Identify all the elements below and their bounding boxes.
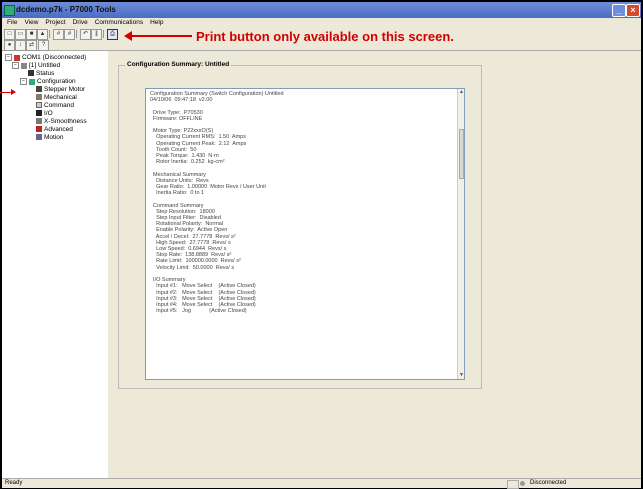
menu-view[interactable]: View <box>24 18 38 28</box>
print-icon[interactable]: ⎙ <box>107 29 118 40</box>
drive-icon <box>21 62 27 69</box>
tree-item-status[interactable]: Status <box>28 70 54 78</box>
open-icon[interactable]: ▭ <box>15 29 26 40</box>
help-icon[interactable]: ? <box>38 40 49 51</box>
connection-status: Disconnected <box>530 480 567 486</box>
tree-item-io[interactable]: I/O <box>36 110 53 118</box>
collapse-icon[interactable]: − <box>5 54 12 61</box>
tree-item-command[interactable]: Command <box>36 102 74 110</box>
main-panel: Configuration Summary: Untitled Configur… <box>108 51 641 478</box>
summary-scrollbar[interactable]: ▲ ▼ <box>457 89 464 379</box>
project-tree: − COM1 (Disconnected) − [1] Untitled Statu… <box>2 51 109 478</box>
tree-item-advanced[interactable]: Advanced <box>36 126 73 134</box>
annotation-arrow-left-icon <box>11 89 16 95</box>
tree-item-x-smoothness[interactable]: X-Smoothness <box>36 118 87 126</box>
app-icon <box>4 5 15 16</box>
tree-item-configuration[interactable]: − Configuration <box>20 78 76 86</box>
tree-item-com1[interactable]: − COM1 (Disconnected) <box>5 54 86 62</box>
minimize-button[interactable]: _ <box>612 4 626 17</box>
status-icon <box>28 70 34 77</box>
menu-bar: File View Project Drive Communications H… <box>2 18 641 28</box>
annotation-text: Print button only available on this scre… <box>196 29 454 44</box>
pause-icon[interactable]: ∥ <box>91 29 102 40</box>
status-ready: Ready <box>5 480 23 486</box>
menu-communications[interactable]: Communications <box>95 18 143 28</box>
disconnect-icon[interactable]: ⇄ <box>26 40 37 51</box>
annotation-arrow-line <box>130 35 192 37</box>
grid-icon[interactable]: # <box>53 29 64 40</box>
window-title: dcdemo.p7k - P7000 Tools <box>16 5 116 14</box>
menu-drive[interactable]: Drive <box>73 18 88 28</box>
new-icon[interactable]: □ <box>4 29 15 40</box>
collapse-icon[interactable]: − <box>12 62 19 69</box>
port-icon <box>14 54 20 61</box>
menu-project[interactable]: Project <box>45 18 65 28</box>
scroll-up-icon[interactable]: ▲ <box>458 89 464 96</box>
grid2-icon[interactable]: # <box>64 29 75 40</box>
tree-item-drive[interactable]: − [1] Untitled <box>12 62 60 70</box>
scroll-down-icon[interactable]: ▼ <box>458 372 464 379</box>
io-icon <box>36 110 42 117</box>
title-bar: dcdemo.p7k - P7000 Tools _ × <box>2 2 641 18</box>
save-icon[interactable]: ■ <box>26 29 37 40</box>
mechanical-icon <box>36 94 42 101</box>
smoothness-icon <box>36 118 42 125</box>
panel-title: Configuration Summary: Untitled <box>125 61 232 68</box>
tree-item-stepper-motor[interactable]: Stepper Motor <box>36 86 85 94</box>
status-panel <box>507 480 519 489</box>
configuration-summary-group: Configuration Summary: Untitled Configur… <box>118 61 482 389</box>
menu-help[interactable]: Help <box>150 18 163 28</box>
summary-text: Configuration Summary (Switch Configurat… <box>150 91 284 315</box>
summary-textbox[interactable]: Configuration Summary (Switch Configurat… <box>145 88 465 380</box>
configuration-icon <box>29 78 35 85</box>
tree-item-mechanical[interactable]: Mechanical <box>36 94 77 102</box>
scroll-thumb[interactable] <box>459 129 464 179</box>
advanced-icon <box>36 126 42 133</box>
tree-item-motion[interactable]: Motion <box>36 134 64 142</box>
online-icon[interactable]: ● <box>4 40 15 51</box>
collapse-icon[interactable]: − <box>20 78 27 85</box>
motion-icon <box>36 134 42 141</box>
close-button[interactable]: × <box>626 4 640 17</box>
toolbar-separator <box>103 30 104 38</box>
upload-icon[interactable]: ▲ <box>37 29 48 40</box>
command-icon <box>36 102 42 109</box>
menu-file[interactable]: File <box>7 18 17 28</box>
undo-icon[interactable]: ↶ <box>80 29 91 40</box>
toolbar-separator <box>76 30 77 38</box>
connection-status-icon <box>520 481 525 486</box>
toolbar-separator <box>49 30 50 38</box>
connect-icon[interactable]: ↕ <box>15 40 26 51</box>
motor-icon <box>36 86 42 93</box>
status-bar: Ready Disconnected <box>2 478 641 489</box>
